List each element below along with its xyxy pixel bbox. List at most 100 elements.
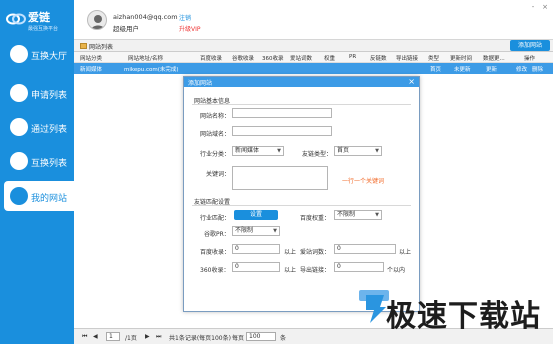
swap-list-icon (10, 152, 28, 170)
divider (192, 205, 411, 206)
baidu-weight-value: 不限制 (337, 211, 356, 218)
total-pages: /1页 (125, 335, 137, 342)
dialog-titlebar: 添加网站 × (184, 77, 419, 87)
industry-match-button[interactable]: 设置 (234, 210, 278, 220)
tab-site-list[interactable]: 网站列表 (89, 42, 113, 51)
google-pr-select[interactable]: 不限制 ▼ (232, 226, 280, 236)
column-header[interactable]: 爱站词数 (290, 54, 312, 62)
row-edit-link[interactable]: 修改 (516, 65, 527, 73)
column-header[interactable]: 谷歌收录 (232, 54, 254, 62)
export-links-unit: 个以内 (387, 267, 406, 274)
column-header[interactable]: 百度收录 (200, 54, 222, 62)
row-url: mikepu.com(未完成) (124, 67, 179, 73)
industry-value: 新闻媒体 (235, 147, 260, 154)
folder-icon (80, 43, 87, 49)
chevron-down-icon: ▼ (375, 212, 379, 218)
chain-logo-icon (6, 13, 26, 25)
google-pr-value: 不限制 (235, 227, 254, 234)
upgrade-vip-link[interactable]: 升级VIP (179, 24, 201, 33)
sidebar-item-label: 互换列表 (31, 159, 68, 169)
page-number-input[interactable]: 1 (106, 332, 120, 341)
per-page-unit: 条 (280, 335, 287, 342)
avatar[interactable] (87, 10, 107, 30)
aizhan-words-unit: 以上 (399, 249, 412, 256)
export-links-input[interactable]: 0 (334, 262, 384, 272)
baidu-index-input[interactable]: 0 (232, 244, 280, 254)
site-domain-input[interactable] (232, 126, 332, 136)
sidebar-item-label: 互换大厅 (31, 52, 68, 62)
tab-strip: 网站列表 添加网站 (74, 40, 553, 52)
industry-select[interactable]: 新闻媒体 ▼ (232, 146, 284, 156)
aizhan-words-label: 爱站词数： (300, 249, 331, 256)
prev-page-icon[interactable]: ◀ (93, 333, 98, 340)
close-icon[interactable]: × (408, 77, 415, 86)
sidebar-item-label: 申请列表 (31, 91, 68, 101)
row-delete-link[interactable]: 删除 (532, 65, 543, 73)
sidebar-item-exchange-hall[interactable]: 互换大厅 (0, 39, 74, 69)
s360-index-input[interactable]: 0 (232, 262, 280, 272)
dialog-title: 添加网站 (188, 80, 213, 87)
link-type-value: 首页 (337, 147, 350, 154)
divider (192, 104, 411, 105)
column-header[interactable]: 反链数 (370, 54, 387, 62)
sidebar-item-application-list[interactable]: 申请列表 (0, 78, 74, 108)
row-type: 首页 (430, 67, 442, 73)
s360-index-unit: 以上 (284, 267, 297, 274)
exchange-hall-icon (10, 45, 28, 63)
table-header: 网站分类 网站地址/名称 百度收录 谷歌收录 360收录 爱站词数 权重 PR … (74, 52, 553, 63)
link-type-select[interactable]: 首页 ▼ (334, 146, 382, 156)
baidu-weight-label: 百度权重： (300, 215, 331, 222)
sidebar-item-label: 我的网站 (31, 194, 68, 204)
top-header: aizhan004@qq.com 超级用户 注销 升级VIP - × (74, 0, 553, 40)
last-page-icon[interactable]: ⏭ (156, 333, 161, 341)
sidebar-item-my-sites[interactable]: 我的网站 (4, 181, 74, 211)
logout-link[interactable]: 注销 (179, 13, 191, 22)
close-window-button[interactable]: × (541, 4, 549, 11)
add-site-button[interactable]: 添加网站 (510, 40, 550, 51)
approved-list-icon (10, 118, 28, 136)
minimize-button[interactable]: - (529, 4, 537, 11)
site-domain-label: 网站域名： (200, 131, 231, 138)
link-type-label: 友链类型： (302, 151, 333, 158)
first-page-icon[interactable]: ⏮ (82, 333, 87, 341)
sidebar-item-approved-list[interactable]: 通过列表 (0, 112, 74, 142)
app-title: 爱链 (28, 11, 50, 24)
row-update-status: 未更新 (454, 67, 471, 73)
column-header[interactable]: 类型 (428, 54, 439, 62)
row-category: 新闻媒体 (80, 67, 103, 73)
column-header[interactable]: 导出链接 (396, 54, 418, 62)
column-header[interactable]: 操作 (524, 54, 535, 62)
keywords-label: 关键词： (206, 171, 231, 178)
column-header[interactable]: 网站地址/名称 (128, 54, 163, 62)
application-list-icon (10, 84, 28, 102)
column-header[interactable]: 360收录 (262, 54, 284, 62)
column-header[interactable]: 数据更... (483, 54, 505, 62)
google-pr-label: 谷歌PR： (204, 231, 230, 238)
app-subtitle: 最强互换平台 (28, 26, 59, 32)
site-name-label: 网站名称： (200, 113, 231, 120)
watermark: 极速下载站 (362, 289, 548, 334)
per-page-label: 每页 (232, 335, 245, 342)
keywords-textarea[interactable] (232, 166, 328, 190)
keywords-hint: 一行一个关键词 (342, 178, 385, 185)
per-page-select[interactable]: 100 (246, 332, 276, 341)
site-name-input[interactable] (232, 108, 332, 118)
column-header[interactable]: 权重 (324, 54, 335, 62)
column-header[interactable]: 网站分类 (80, 54, 102, 62)
watermark-text: 极速下载站 (386, 299, 541, 334)
user-email: aizhan004@qq.com (113, 13, 178, 21)
next-page-icon[interactable]: ▶ (145, 333, 150, 340)
industry-label: 行业分类： (200, 151, 231, 158)
aizhan-words-input[interactable]: 0 (334, 244, 396, 254)
s360-index-label: 360收录： (200, 267, 230, 274)
table-row[interactable]: 新闻媒体 mikepu.com(未完成) 首页 未更新 更新 修改 删除 (74, 63, 553, 74)
column-header[interactable]: 更新时间 (450, 54, 472, 62)
watermark-logo-icon (366, 295, 386, 323)
industry-match-label: 行业匹配： (200, 215, 231, 222)
add-site-dialog: 添加网站 × 网站基本信息 网站名称： 网站域名： 行业分类： 新闻媒体 ▼ 友… (183, 76, 420, 312)
row-refresh-link[interactable]: 更新 (486, 65, 497, 73)
baidu-weight-select[interactable]: 不限制 ▼ (334, 210, 382, 220)
column-header[interactable]: PR (349, 54, 356, 60)
record-summary: 共1条记录(每页100条) (169, 335, 231, 342)
sidebar-item-swap-list[interactable]: 互换列表 (0, 146, 74, 176)
